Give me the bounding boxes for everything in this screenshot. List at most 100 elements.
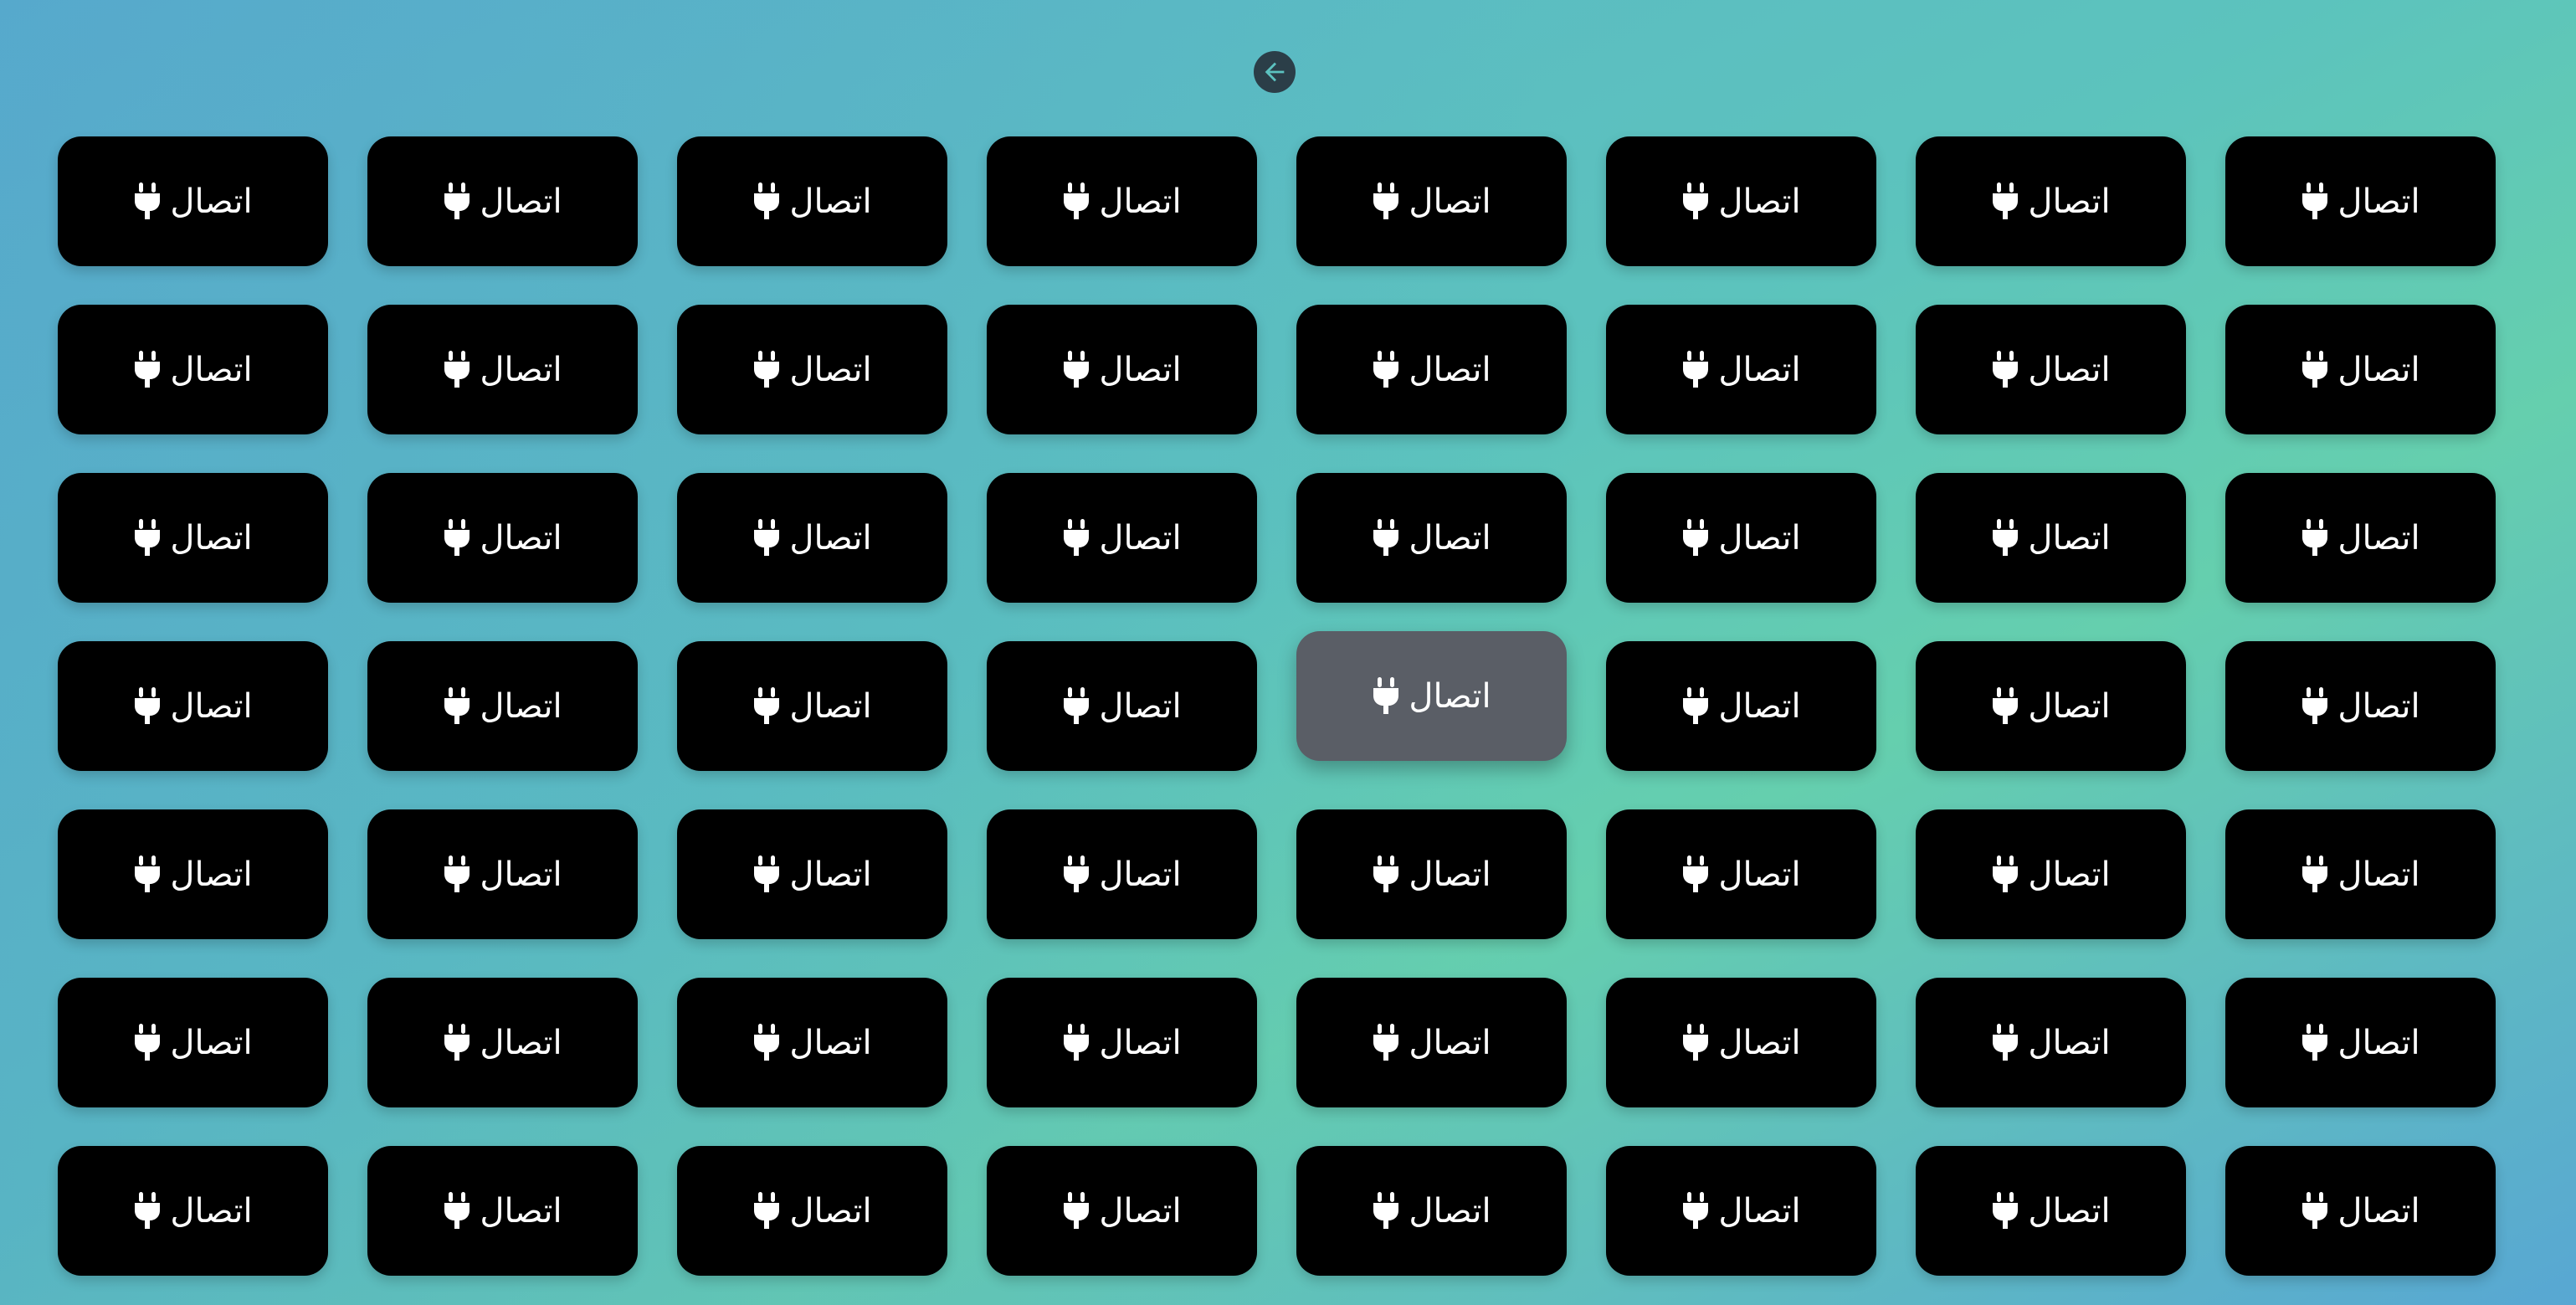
connect-button-label: اتصال — [2337, 1191, 2420, 1231]
connect-button-label: اتصال — [480, 1023, 562, 1062]
plug-icon — [1681, 518, 1710, 557]
connect-button[interactable]: اتصال — [1606, 978, 1876, 1107]
connect-button[interactable]: اتصال — [677, 641, 947, 771]
connect-button[interactable]: اتصال — [2225, 1146, 2496, 1276]
connect-button-label: اتصال — [1409, 676, 1491, 716]
back-button[interactable] — [1254, 51, 1296, 93]
connect-button[interactable]: اتصال — [1296, 305, 1567, 434]
connect-button[interactable]: اتصال — [1606, 305, 1876, 434]
connect-button[interactable]: اتصال — [2225, 473, 2496, 603]
connect-button[interactable]: اتصال — [58, 1146, 328, 1276]
connect-button-label: اتصال — [789, 182, 872, 221]
connect-button[interactable]: اتصال — [1606, 641, 1876, 771]
connect-button[interactable]: اتصال — [1916, 809, 2186, 939]
connect-button[interactable]: اتصال — [1296, 473, 1567, 603]
connect-button[interactable]: اتصال — [987, 473, 1257, 603]
connect-button[interactable]: اتصال — [367, 809, 638, 939]
connect-button[interactable]: اتصال — [1916, 641, 2186, 771]
plug-icon — [752, 855, 781, 894]
plug-icon — [1062, 182, 1090, 221]
connect-button[interactable]: اتصال — [677, 809, 947, 939]
connect-button[interactable]: اتصال — [58, 978, 328, 1107]
connect-button-label: اتصال — [480, 350, 562, 389]
connect-button[interactable]: اتصال — [2225, 305, 2496, 434]
plug-icon — [1062, 855, 1090, 894]
connect-button[interactable]: اتصال — [1296, 631, 1567, 761]
connect-button[interactable]: اتصال — [1296, 1146, 1567, 1276]
connect-button[interactable]: اتصال — [677, 978, 947, 1107]
connect-button[interactable]: اتصال — [987, 809, 1257, 939]
plug-icon — [1991, 686, 2019, 726]
connect-button[interactable]: اتصال — [677, 473, 947, 603]
plug-icon — [1681, 855, 1710, 894]
connect-button[interactable]: اتصال — [58, 809, 328, 939]
connect-button-label: اتصال — [2028, 855, 2111, 894]
connect-button[interactable]: اتصال — [1916, 1146, 2186, 1276]
plug-icon — [1372, 350, 1400, 389]
connect-button[interactable]: اتصال — [987, 136, 1257, 266]
plug-icon — [133, 855, 162, 894]
plug-icon — [1681, 1023, 1710, 1062]
connect-button[interactable]: اتصال — [367, 978, 638, 1107]
plug-icon — [2301, 1191, 2329, 1231]
connect-button[interactable]: اتصال — [1916, 305, 2186, 434]
plug-icon — [1991, 350, 2019, 389]
plug-icon — [1372, 182, 1400, 221]
plug-icon — [1062, 518, 1090, 557]
connect-button[interactable]: اتصال — [1296, 809, 1567, 939]
connect-button-label: اتصال — [2028, 1023, 2111, 1062]
connect-button[interactable]: اتصال — [1606, 473, 1876, 603]
plug-icon — [443, 1191, 471, 1231]
connect-button-label: اتصال — [789, 686, 872, 726]
connect-button-label: اتصال — [2028, 518, 2111, 557]
connect-button[interactable]: اتصال — [2225, 809, 2496, 939]
connect-button[interactable]: اتصال — [987, 641, 1257, 771]
connect-button[interactable]: اتصال — [1296, 978, 1567, 1107]
connect-button[interactable]: اتصال — [367, 1146, 638, 1276]
connect-button[interactable]: اتصال — [987, 305, 1257, 434]
connect-button[interactable]: اتصال — [2225, 978, 2496, 1107]
connect-button-label: اتصال — [2337, 1023, 2420, 1062]
connect-button[interactable]: اتصال — [367, 641, 638, 771]
connect-button-label: اتصال — [2337, 855, 2420, 894]
plug-icon — [133, 1191, 162, 1231]
connect-button-label: اتصال — [789, 350, 872, 389]
connect-button[interactable]: اتصال — [58, 641, 328, 771]
connect-button[interactable]: اتصال — [1296, 136, 1567, 266]
connect-button[interactable]: اتصال — [58, 136, 328, 266]
connect-button[interactable]: اتصال — [58, 473, 328, 603]
connect-button-label: اتصال — [789, 1023, 872, 1062]
connect-button-label: اتصال — [1718, 1023, 1801, 1062]
connect-button[interactable]: اتصال — [2225, 641, 2496, 771]
connect-button[interactable]: اتصال — [1606, 136, 1876, 266]
connect-button[interactable]: اتصال — [677, 136, 947, 266]
connect-button[interactable]: اتصال — [367, 305, 638, 434]
plug-icon — [1372, 518, 1400, 557]
connect-button[interactable]: اتصال — [1916, 136, 2186, 266]
connect-button[interactable]: اتصال — [987, 978, 1257, 1107]
connect-button[interactable]: اتصال — [1916, 473, 2186, 603]
connect-button[interactable]: اتصال — [677, 305, 947, 434]
connect-button[interactable]: اتصال — [1916, 978, 2186, 1107]
plug-icon — [1062, 686, 1090, 726]
connect-button-label: اتصال — [1099, 855, 1182, 894]
connect-button[interactable]: اتصال — [58, 305, 328, 434]
connect-button[interactable]: اتصال — [987, 1146, 1257, 1276]
connect-button-label: اتصال — [1409, 855, 1491, 894]
connect-button[interactable]: اتصال — [367, 473, 638, 603]
connect-button[interactable]: اتصال — [2225, 136, 2496, 266]
connect-button-grid: اتصال اتصال اتصال اتصال اتصال اتصال اتصال اتصال… — [58, 136, 2496, 1276]
connect-button-label: اتصال — [2337, 518, 2420, 557]
plug-icon — [752, 1023, 781, 1062]
connect-button-label: اتصال — [1409, 1023, 1491, 1062]
plug-icon — [443, 686, 471, 726]
connect-button-label: اتصال — [170, 1191, 253, 1231]
plug-icon — [2301, 182, 2329, 221]
plug-icon — [133, 686, 162, 726]
connect-button[interactable]: اتصال — [1606, 809, 1876, 939]
plug-icon — [1062, 1191, 1090, 1231]
connect-button-label: اتصال — [1099, 518, 1182, 557]
connect-button[interactable]: اتصال — [677, 1146, 947, 1276]
connect-button[interactable]: اتصال — [367, 136, 638, 266]
connect-button[interactable]: اتصال — [1606, 1146, 1876, 1276]
